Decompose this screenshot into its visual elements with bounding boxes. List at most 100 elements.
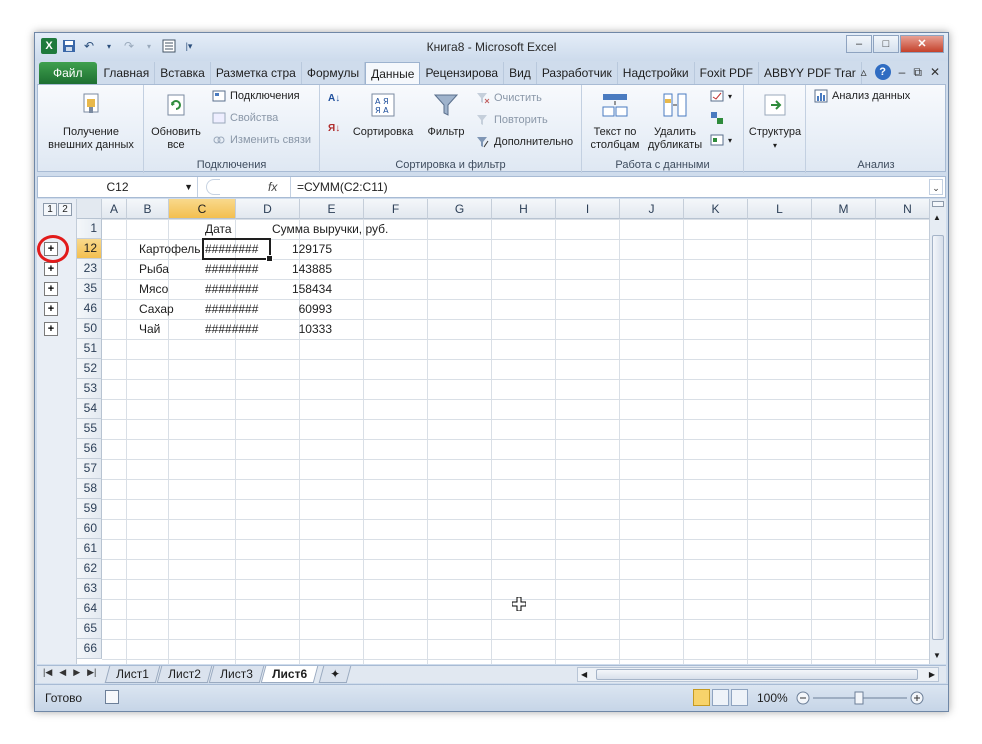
last-sheet-icon[interactable]: ▶|	[87, 667, 96, 678]
cell-d46[interactable]: 60993	[270, 299, 334, 319]
scroll-down-icon[interactable]: ▼	[933, 651, 941, 660]
column-header-k[interactable]: K	[684, 199, 748, 219]
split-handle[interactable]	[932, 201, 944, 207]
cell-a46[interactable]: Сахар	[137, 299, 176, 319]
page-layout-view-button[interactable]	[712, 689, 729, 706]
doc-close-icon[interactable]: ✕	[930, 65, 940, 79]
row-header-51[interactable]: 51	[77, 339, 102, 359]
outline-button[interactable]: Структура ▾	[746, 91, 804, 152]
row-header-54[interactable]: 54	[77, 399, 102, 419]
row-header-60[interactable]: 60	[77, 519, 102, 539]
formula-input[interactable]: =СУММ(C2:C11)	[290, 177, 930, 197]
tab-formulas[interactable]: Формулы	[302, 62, 366, 84]
remove-duplicates-button[interactable]: Удалить дубликаты	[644, 91, 706, 152]
macro-record-icon[interactable]	[105, 690, 119, 704]
row-header-55[interactable]: 55	[77, 419, 102, 439]
insert-function-icon[interactable]: fx	[204, 177, 284, 197]
doc-restore-icon[interactable]: ⧉	[913, 65, 922, 80]
column-header-e[interactable]: E	[300, 199, 364, 219]
row-header-12[interactable]: 12	[77, 239, 102, 259]
row-header-57[interactable]: 57	[77, 459, 102, 479]
row-header-64[interactable]: 64	[77, 599, 102, 619]
cell-c23[interactable]: ########	[203, 259, 270, 279]
expand-group-button[interactable]: +	[44, 262, 58, 276]
sort-za-button[interactable]: Я↓	[328, 123, 342, 137]
row-header-50[interactable]: 50	[77, 319, 102, 339]
column-header-d[interactable]: D	[236, 199, 300, 219]
cell-c1[interactable]: Дата	[203, 219, 234, 239]
column-header-f[interactable]: F	[364, 199, 428, 219]
advanced-filter-button[interactable]: Дополнительно	[476, 135, 573, 149]
tab-foxit-pdf[interactable]: Foxit PDF	[695, 62, 759, 84]
column-header-c[interactable]: C	[169, 199, 236, 219]
column-header-l[interactable]: L	[748, 199, 812, 219]
column-header-i[interactable]: I	[556, 199, 620, 219]
normal-view-button[interactable]	[693, 689, 710, 706]
properties-button[interactable]: Свойства	[212, 111, 278, 125]
first-sheet-icon[interactable]: |◀	[43, 667, 52, 678]
sheet-tab-1[interactable]: Лист1	[104, 666, 161, 683]
tab-file[interactable]: Файл	[39, 62, 97, 84]
page-break-view-button[interactable]	[731, 689, 748, 706]
row-header-46[interactable]: 46	[77, 299, 102, 319]
vertical-scrollbar[interactable]: ▲ ▼	[929, 199, 946, 664]
zoom-slider[interactable]	[795, 689, 925, 707]
cell-a12[interactable]: Картофель	[137, 239, 203, 259]
cell-d23[interactable]: 143885	[270, 259, 334, 279]
row-header-61[interactable]: 61	[77, 539, 102, 559]
cell-a35[interactable]: Мясо	[137, 279, 170, 299]
name-box-dropdown-icon[interactable]: ▼	[184, 177, 193, 197]
tab-developer[interactable]: Разработчик	[537, 62, 618, 84]
horizontal-scroll-thumb[interactable]	[596, 669, 918, 680]
horizontal-scrollbar[interactable]: ◀ ▶	[577, 667, 939, 682]
vertical-scroll-thumb[interactable]	[932, 235, 944, 640]
tab-home[interactable]: Главная	[99, 62, 156, 84]
tab-addins[interactable]: Надстройки	[618, 62, 695, 84]
name-box[interactable]: C12 ▼	[38, 177, 198, 197]
connections-button[interactable]: Подключения	[212, 89, 300, 103]
cell-d50[interactable]: 10333	[270, 319, 334, 339]
cell-a50[interactable]: Чай	[137, 319, 162, 339]
column-header-j[interactable]: J	[620, 199, 684, 219]
row-header-23[interactable]: 23	[77, 259, 102, 279]
next-sheet-icon[interactable]: ▶	[73, 667, 80, 678]
collapse-ribbon-icon[interactable]: ▵	[861, 65, 867, 79]
data-validation-button[interactable]: ▾	[710, 89, 732, 103]
cell-c46[interactable]: ########	[203, 299, 270, 319]
column-header-a[interactable]: A	[102, 199, 127, 219]
insert-sheet-button[interactable]: ✦	[318, 666, 352, 683]
minimize-button[interactable]: ‒	[846, 35, 872, 53]
tab-insert[interactable]: Вставка	[155, 62, 211, 84]
row-header-62[interactable]: 62	[77, 559, 102, 579]
clear-filter-button[interactable]: Очистить	[476, 91, 542, 105]
column-header-h[interactable]: H	[492, 199, 556, 219]
cell-c50[interactable]: ########	[203, 319, 270, 339]
tab-view[interactable]: Вид	[504, 62, 537, 84]
expand-group-button[interactable]: +	[44, 282, 58, 296]
cell-a23[interactable]: Рыба	[137, 259, 171, 279]
help-icon[interactable]: ?	[874, 64, 891, 80]
row-header-59[interactable]: 59	[77, 499, 102, 519]
row-header-35[interactable]: 35	[77, 279, 102, 299]
column-header-g[interactable]: G	[428, 199, 492, 219]
sheet-tab-2[interactable]: Лист2	[156, 666, 213, 683]
row-header-52[interactable]: 52	[77, 359, 102, 379]
sheet-tab-3[interactable]: Лист3	[208, 666, 265, 683]
expand-group-button[interactable]: +	[44, 302, 58, 316]
consolidate-button[interactable]	[710, 111, 724, 125]
row-header-1[interactable]: 1	[77, 219, 102, 239]
row-header-66[interactable]: 66	[77, 639, 102, 659]
data-analysis-button[interactable]: Анализ данных	[814, 89, 910, 103]
reapply-filter-button[interactable]: Повторить	[476, 113, 548, 127]
row-header-63[interactable]: 63	[77, 579, 102, 599]
zoom-level[interactable]: 100%	[757, 691, 788, 705]
doc-minimize-icon[interactable]: ‒	[899, 65, 906, 79]
cell-c35[interactable]: ########	[203, 279, 270, 299]
tab-abbyy-pdf[interactable]: ABBYY PDF Trar	[759, 62, 862, 84]
maximize-button[interactable]: □	[873, 35, 899, 53]
refresh-all-button[interactable]: Обновить все	[146, 91, 206, 152]
row-header-56[interactable]: 56	[77, 439, 102, 459]
edit-links-button[interactable]: Изменить связи	[212, 133, 311, 147]
scroll-up-icon[interactable]: ▲	[933, 213, 941, 222]
tab-review[interactable]: Рецензирова	[420, 62, 505, 84]
